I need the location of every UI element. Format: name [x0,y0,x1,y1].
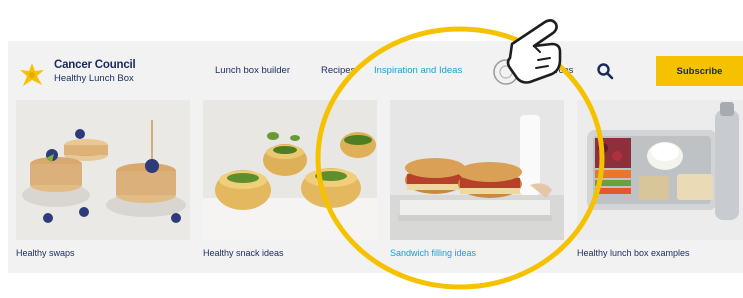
sandwich-filling-ideas-image [390,100,564,240]
nav-lunch-box-builder[interactable]: Lunch box builder [215,65,290,76]
brand-name: Cancer Council [54,59,136,71]
brand-subtitle: Healthy Lunch Box [54,73,134,84]
search-icon[interactable] [596,62,614,80]
subscribe-button[interactable]: Subscribe [656,56,743,86]
nav-inspiration-and-ideas[interactable]: Inspiration and Ideas [374,65,462,76]
card-sandwich-filling-ideas[interactable]: Sandwich filling ideas [390,100,564,265]
card-label: Healthy lunch box examples [577,248,690,258]
card-healthy-swaps[interactable]: Healthy swaps [16,100,190,265]
healthy-snack-ideas-image [203,100,377,240]
card-label: Healthy swaps [16,248,75,258]
card-healthy-lunch-box-examples[interactable]: Healthy lunch box examples [577,100,743,265]
card-label: Healthy snack ideas [203,248,284,258]
card-label: Sandwich filling ideas [390,248,477,258]
nav-recipes[interactable]: Recipes [321,65,355,76]
nav-resources[interactable]: Resources [528,65,573,76]
healthy-lunch-box-examples-image [577,100,743,240]
healthy-swaps-image [16,100,190,240]
card-healthy-snack-ideas[interactable]: Healthy snack ideas [203,100,377,265]
daffodil-logo-icon [20,63,44,86]
brand-logo[interactable]: Cancer Council Healthy Lunch Box [18,59,158,93]
